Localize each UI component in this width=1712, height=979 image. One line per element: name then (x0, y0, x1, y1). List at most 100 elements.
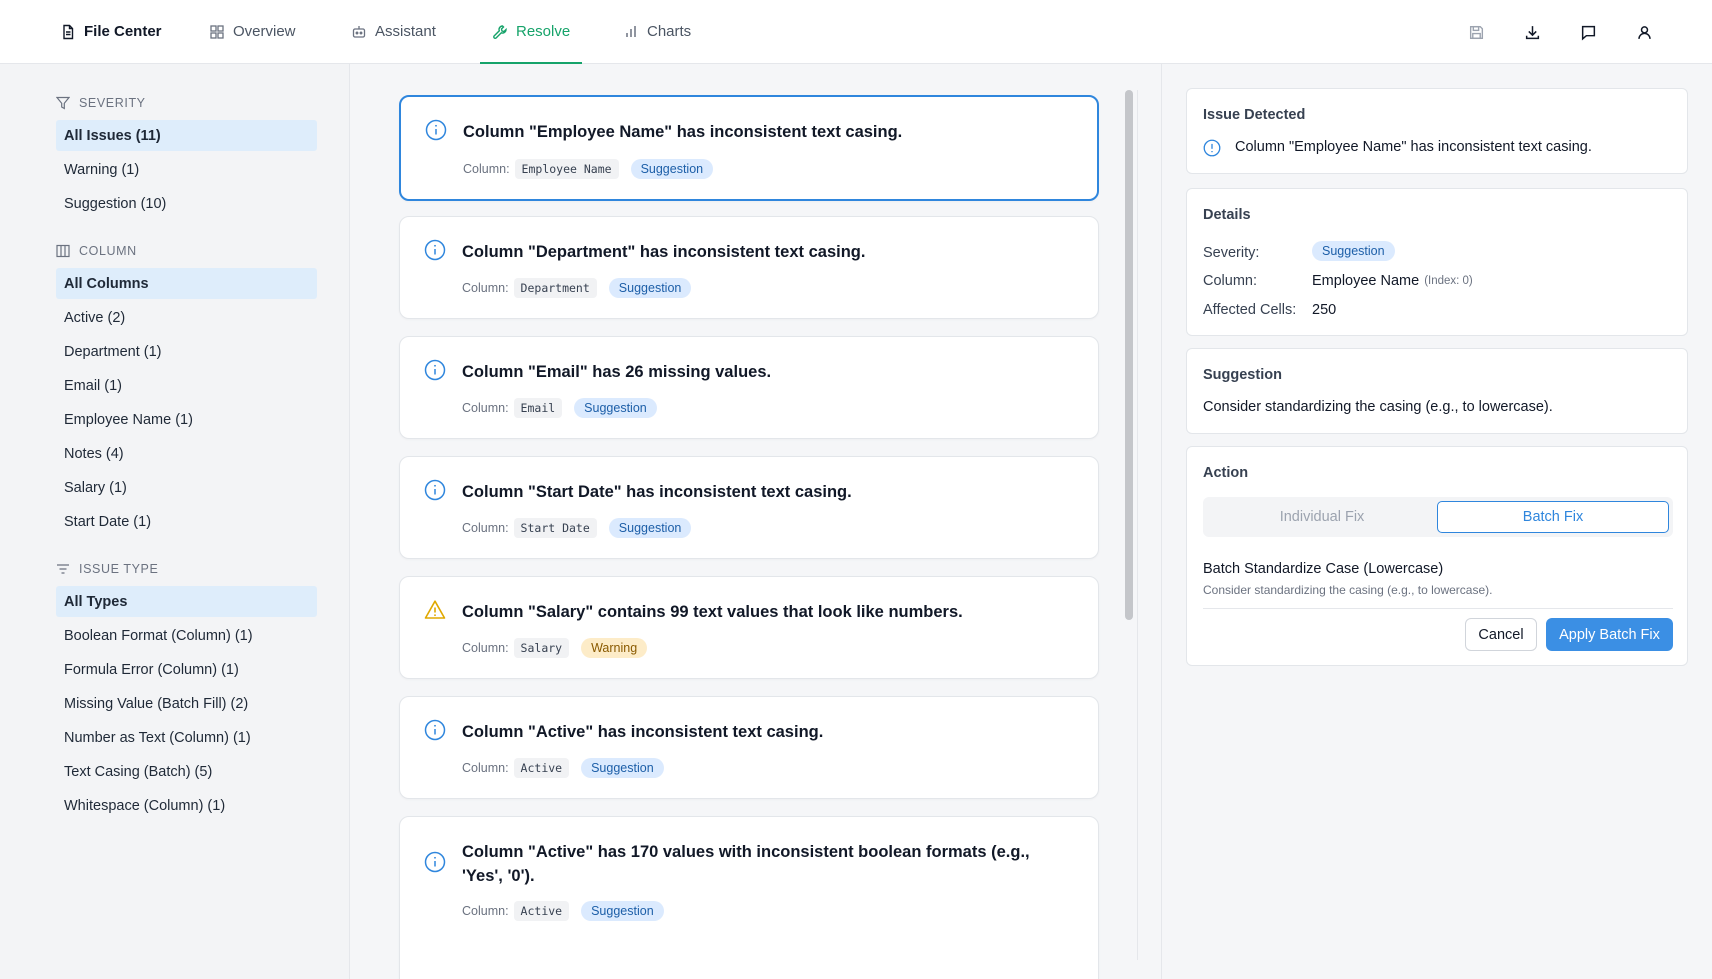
issue-detected-text: Column "Employee Name" has inconsistent … (1235, 139, 1592, 155)
filter-column-notes[interactable]: Notes (4) (56, 438, 317, 469)
severity-badge: Suggestion (608, 518, 692, 538)
download-button[interactable] (1520, 20, 1544, 44)
column-label: Column: (1203, 273, 1257, 289)
column-label: Column: (462, 281, 509, 295)
filter-type-text-casing[interactable]: Text Casing (Batch) (5) (56, 756, 317, 787)
comment-button[interactable] (1576, 20, 1600, 44)
filter-warning[interactable]: Warning (1) (56, 154, 317, 185)
column-label: Column: (462, 401, 509, 415)
details-card: Details Severity: Suggestion Column: Emp… (1186, 188, 1688, 336)
apply-batch-fix-button[interactable]: Apply Batch Fix (1546, 618, 1673, 651)
filter-type-boolean-format[interactable]: Boolean Format (Column) (1) (56, 620, 317, 651)
filter-icon (56, 96, 70, 110)
details-heading: Details (1203, 207, 1251, 223)
column-label: Column: (462, 761, 509, 775)
issue-meta: Column: Active Suggestion (462, 758, 664, 778)
severity-badge: Suggestion (581, 758, 664, 778)
issue-card[interactable]: Column "Active" has inconsistent text ca… (399, 696, 1099, 799)
cancel-button[interactable]: Cancel (1465, 618, 1537, 651)
filter-column-start-date[interactable]: Start Date (1) (56, 506, 317, 537)
issue-card[interactable]: Column "Employee Name" has inconsistent … (399, 95, 1099, 201)
column-name: Employee Name (514, 159, 619, 179)
issue-meta: Column: Department Suggestion (462, 278, 692, 298)
issue-card[interactable]: Column "Salary" contains 99 text values … (399, 576, 1099, 679)
suggestion-card: Suggestion Consider standardizing the ca… (1186, 348, 1688, 434)
user-button[interactable] (1632, 20, 1656, 44)
filter-column-active[interactable]: Active (2) (56, 302, 317, 333)
column-name: Active (513, 758, 570, 778)
column-heading: COLUMN (56, 244, 137, 258)
tab-overview[interactable]: Overview (209, 0, 296, 63)
affected-cells-value: 250 (1312, 302, 1337, 318)
file-icon (63, 24, 74, 39)
tab-label: File Center (84, 23, 162, 40)
filter-sidebar: SEVERITY All Issues (11) Warning (1) Sug… (0, 64, 350, 979)
severity-label: Severity: (1203, 245, 1260, 261)
issue-title: Column "Department" has inconsistent tex… (462, 243, 866, 261)
comment-icon (1581, 25, 1595, 40)
issue-card[interactable]: Column "Active" has 170 values with inco… (399, 816, 1099, 979)
issue-title: Column "Email" has 26 missing values. (462, 363, 772, 381)
tab-file-center[interactable]: File Center (60, 0, 162, 63)
filter-all-columns[interactable]: All Columns (56, 268, 317, 299)
info-icon (1203, 139, 1221, 157)
grid-icon (210, 24, 224, 39)
filter-column-department[interactable]: Department (1) (56, 336, 317, 367)
issue-title: Column "Salary" contains 99 text values … (462, 603, 963, 621)
save-button[interactable] (1464, 20, 1488, 44)
column-name: Department (513, 278, 597, 298)
severity-badge: Suggestion (608, 278, 692, 298)
tab-charts[interactable]: Charts (623, 0, 691, 63)
column-name: Email (513, 398, 563, 418)
user-icon (1637, 25, 1651, 39)
filter-suggestion[interactable]: Suggestion (10) (56, 188, 317, 219)
batch-fix-option[interactable]: Batch Fix (1437, 501, 1669, 533)
severity-badge: Suggestion (630, 159, 714, 179)
fix-mode-toggle: Individual Fix Batch Fix (1203, 497, 1673, 537)
filter-all-issues[interactable]: All Issues (11) (56, 120, 317, 151)
info-icon (424, 851, 446, 873)
filter-column-salary[interactable]: Salary (1) (56, 472, 317, 503)
tab-label: Charts (647, 23, 692, 40)
info-icon (424, 359, 446, 381)
filter-all-types[interactable]: All Types (56, 586, 317, 617)
fix-description: Consider standardizing the casing (e.g.,… (1203, 583, 1493, 597)
info-icon (425, 119, 447, 141)
issue-title: Column "Active" has inconsistent text ca… (462, 723, 824, 741)
issue-list-scrollbar[interactable] (1125, 90, 1133, 620)
column-label: Column: (462, 521, 509, 535)
issue-detail-panel: Issue Detected Column "Employee Name" ha… (1161, 64, 1712, 979)
tab-label: Overview (233, 23, 296, 40)
issue-card[interactable]: Column "Start Date" has inconsistent tex… (399, 456, 1099, 559)
tab-assistant[interactable]: Assistant (351, 0, 436, 63)
filter-type-missing-value[interactable]: Missing Value (Batch Fill) (2) (56, 688, 317, 719)
individual-fix-option[interactable]: Individual Fix (1207, 501, 1437, 533)
issue-card[interactable]: Column "Department" has inconsistent tex… (399, 216, 1099, 319)
severity-badge: Warning (581, 638, 648, 658)
column-label: Column: (463, 162, 510, 176)
severity-badge: Suggestion (574, 398, 657, 418)
tab-label: Assistant (375, 23, 436, 40)
bar-chart-icon (626, 25, 636, 37)
filter-column-employee-name[interactable]: Employee Name (1) (56, 404, 317, 435)
column-name: Salary (513, 638, 570, 658)
column-value: Employee Name (1312, 273, 1420, 289)
warning-icon (424, 600, 446, 619)
divider (1203, 608, 1673, 609)
column-name: Start Date (513, 518, 597, 538)
filter-type-whitespace[interactable]: Whitespace (Column) (1) (56, 790, 317, 821)
info-icon (424, 239, 446, 261)
affected-cells-label: Affected Cells: (1203, 302, 1297, 318)
columns-icon (56, 244, 70, 258)
tab-resolve[interactable]: Resolve (479, 0, 583, 64)
top-navigation: File Center Overview Assistant Resolve C… (0, 0, 1712, 64)
action-heading: Action (1203, 465, 1249, 481)
download-icon (1525, 25, 1539, 39)
column-label: Column: (462, 641, 509, 655)
filter-type-formula-error[interactable]: Formula Error (Column) (1) (56, 654, 317, 685)
scroll-divider (1137, 90, 1138, 960)
filter-type-number-as-text[interactable]: Number as Text (Column) (1) (56, 722, 317, 753)
issue-card[interactable]: Column "Email" has 26 missing values. Co… (399, 336, 1099, 439)
filter-column-email[interactable]: Email (1) (56, 370, 317, 401)
issue-title: Column "Employee Name" has inconsistent … (463, 123, 903, 141)
